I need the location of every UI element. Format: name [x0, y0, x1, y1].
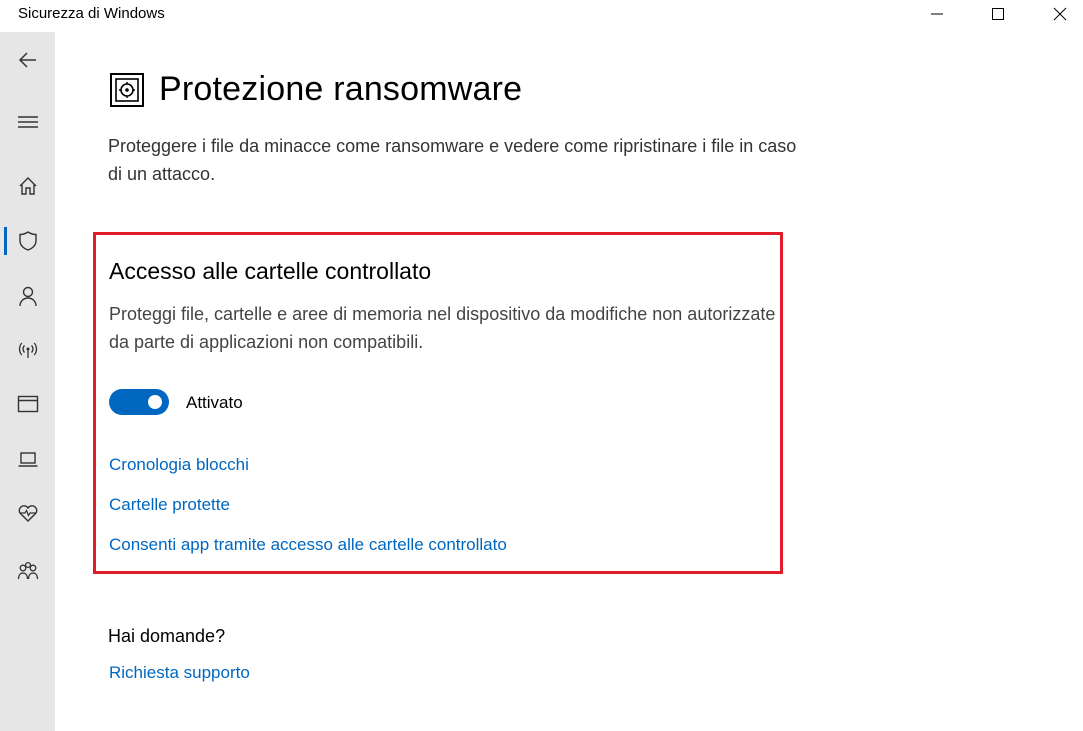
- toggle-knob: [148, 395, 162, 409]
- section-description: Proteggi file, cartelle e aree di memori…: [109, 304, 776, 352]
- browser-window-icon: [17, 395, 38, 413]
- page-title: Protezione ransomware: [159, 70, 523, 108]
- get-help-link[interactable]: Richiesta supporto: [109, 663, 250, 683]
- maximize-button[interactable]: [975, 0, 1021, 28]
- laptop-icon: [18, 452, 37, 467]
- sidebar-item-virus-protection[interactable]: [0, 217, 55, 265]
- active-indicator: [4, 227, 7, 255]
- page-header: Protezione ransomware: [109, 70, 522, 109]
- title-bar: Sicurezza di Windows: [0, 0, 1083, 32]
- help-title: Hai domande?: [108, 626, 226, 646]
- controlled-folder-access-toggle[interactable]: [109, 389, 169, 415]
- person-icon: [18, 286, 37, 307]
- close-icon: [1053, 7, 1067, 21]
- wireless-antenna-icon: [18, 342, 37, 358]
- main-content: Protezione ransomware Proteggere i file …: [55, 32, 1083, 731]
- sidebar-item-app-browser-control[interactable]: [0, 380, 55, 428]
- sidebar-item-device-performance[interactable]: [0, 489, 55, 537]
- sidebar-item-device-security[interactable]: [0, 435, 55, 483]
- back-arrow-icon: [18, 52, 36, 68]
- menu-button[interactable]: [0, 98, 55, 146]
- close-button[interactable]: [1037, 0, 1083, 28]
- minimize-button[interactable]: [914, 0, 960, 28]
- app-title: Sicurezza di Windows: [18, 5, 165, 22]
- protected-folders-link[interactable]: Cartelle protette: [109, 495, 230, 515]
- section-title: Accesso alle cartelle controllato: [109, 258, 432, 284]
- toggle-label: Attivato: [186, 393, 243, 412]
- back-button[interactable]: [0, 36, 55, 84]
- sidebar-item-family-options[interactable]: [0, 547, 55, 595]
- sidebar-item-firewall[interactable]: [0, 326, 55, 374]
- ransomware-vault-icon: [110, 72, 144, 107]
- minimize-icon: [931, 13, 943, 15]
- page-description: Proteggere i file da minacce come ransom…: [108, 136, 797, 184]
- hamburger-menu-icon: [17, 116, 38, 128]
- allow-app-link[interactable]: Consenti app tramite accesso alle cartel…: [109, 535, 507, 555]
- sidebar-item-account-protection[interactable]: [0, 272, 55, 320]
- block-history-link[interactable]: Cronologia blocchi: [109, 455, 249, 475]
- family-icon: [17, 561, 38, 580]
- sidebar-item-home[interactable]: [0, 162, 55, 210]
- sidebar: [0, 32, 55, 731]
- shield-icon: [18, 231, 37, 251]
- home-icon: [19, 177, 36, 195]
- heart-pulse-icon: [18, 505, 37, 522]
- maximize-icon: [992, 8, 1004, 20]
